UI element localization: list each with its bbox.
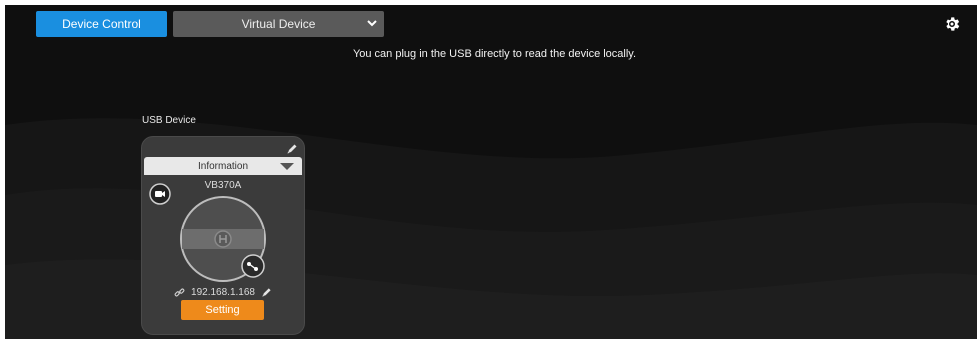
mode-select-value: Virtual Device <box>241 17 316 31</box>
pencil-icon[interactable] <box>286 143 298 155</box>
mode-select[interactable]: Virtual Device <box>173 11 384 37</box>
app-window: Device Control Virtual Device You can pl… <box>5 5 977 339</box>
pencil-icon[interactable] <box>261 287 272 298</box>
information-label: Information <box>197 160 249 172</box>
chevron-down-icon <box>367 20 377 27</box>
device-control-button[interactable]: Device Control <box>36 11 167 37</box>
link-icon <box>174 288 185 297</box>
device-card: Information VB370A 192.168.1.168 Setting <box>141 136 305 335</box>
gear-icon[interactable] <box>943 15 961 33</box>
information-dropdown[interactable]: Information <box>144 157 302 175</box>
setting-button[interactable]: Setting <box>181 300 264 320</box>
ip-address: 192.168.1.168 <box>191 287 255 298</box>
camera-icon[interactable] <box>149 183 171 205</box>
connection-icon[interactable] <box>241 254 265 278</box>
usb-device-label: USB Device <box>142 115 196 126</box>
caret-down-icon <box>280 163 294 170</box>
ip-row: 192.168.1.168 <box>142 287 304 298</box>
usb-hint-text: You can plug in the USB directly to read… <box>352 48 637 60</box>
